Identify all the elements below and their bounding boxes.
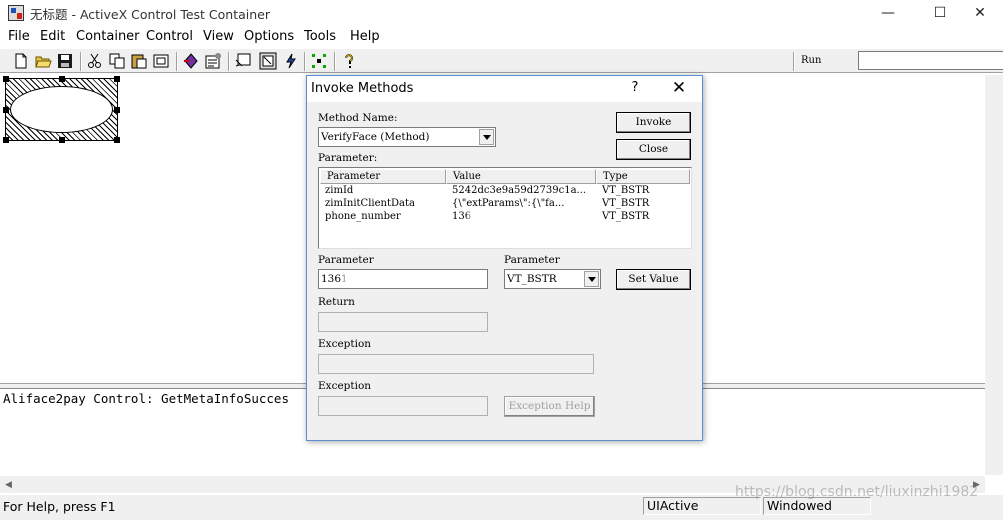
method-name-value: VerifyFace (Method) [321,131,430,143]
chevron-down-icon[interactable] [479,129,494,145]
return-field [318,312,488,332]
dialog-title: Invoke Methods [311,81,414,96]
chevron-down-icon[interactable] [584,271,599,287]
parameters-list[interactable]: Parameter Value Type zimId 5242dc3e9a59d… [318,167,692,249]
invoke-methods-dialog: Invoke Methods ? ✕ Method Name: VerifyFa… [306,75,703,441]
help-icon[interactable] [340,52,358,70]
parameter-type-label: Parameter [504,254,560,266]
window-title: 无标题 - ActiveX Control Test Container [30,7,270,22]
parameters-label: Parameter: [318,152,378,164]
vertical-scrollbar[interactable] [985,75,1003,475]
invoke-methods-icon[interactable] [204,52,222,70]
menu-bar: File Edit Container Control View Options… [0,27,1003,47]
status-help-text: For Help, press F1 [3,499,116,514]
resize-handle[interactable] [3,107,9,113]
param-type: VT_BSTR [602,185,650,196]
scroll-left-icon[interactable]: ◀ [0,476,17,493]
resize-handle[interactable] [59,76,65,82]
column-header-type[interactable]: Type [596,169,690,184]
parameter-value-label: Parameter [318,254,374,266]
exception-field [318,354,594,374]
properties-icon[interactable] [182,52,200,70]
column-header-parameter[interactable]: Parameter [320,169,446,184]
param-name: zimId [325,185,354,196]
select-icon[interactable] [234,52,252,70]
cut-icon[interactable] [86,52,104,70]
param-value: 5242dc3e9a59d2739c1a... [452,185,587,196]
param-name: phone_number [325,211,401,222]
menu-edit[interactable]: Edit [40,29,65,44]
copy-icon[interactable] [108,52,126,70]
close-window-button[interactable]: ✕ [957,0,1003,26]
resize-handle[interactable] [3,76,9,82]
control-ellipse [10,86,113,133]
exception2-label: Exception [318,380,372,392]
param-type: VT_BSTR [602,198,650,209]
parameter-value-input[interactable]: 1361 [318,269,488,289]
run-label: Run [801,55,822,66]
menu-control[interactable]: Control [146,29,193,44]
parameter-type-combo[interactable]: VT_BSTR [504,269,601,289]
redaction-blur [469,210,524,224]
dots-icon[interactable] [310,52,328,70]
new-icon[interactable] [12,52,30,70]
open-icon[interactable] [34,52,52,70]
dialog-help-button[interactable]: ? [625,80,645,98]
return-label: Return [318,296,355,308]
set-value-button[interactable]: Set Value [616,269,691,290]
menu-help[interactable]: Help [350,29,380,44]
menu-container[interactable]: Container [76,29,140,44]
window-titlebar: 无标题 - ActiveX Control Test Container — ☐… [0,0,1003,26]
watermark: https://blog.csdn.net/liuxinzhi1982 [735,484,979,500]
column-header-value[interactable]: Value [446,169,596,184]
parameter-type-value: VT_BSTR [507,273,557,285]
resize-handle[interactable] [3,137,9,143]
close-button[interactable]: Close [616,139,691,160]
dialog-titlebar: Invoke Methods ? ✕ [307,76,702,102]
menu-options[interactable]: Options [244,29,294,44]
menu-view[interactable]: View [203,29,234,44]
dialog-close-icon[interactable]: ✕ [667,78,691,100]
invoke-button[interactable]: Invoke [616,112,691,133]
menu-file[interactable]: File [8,29,30,44]
exception2-field [318,396,488,416]
activex-control[interactable] [3,76,120,143]
run-input[interactable] [858,51,1003,70]
insert-control-icon[interactable] [152,52,170,70]
param-name: zimInitClientData [325,198,415,209]
method-name-combo[interactable]: VerifyFace (Method) [318,127,496,147]
redaction-blur [343,271,401,287]
save-icon[interactable] [56,52,74,70]
resize-handle[interactable] [59,137,65,143]
event-log-icon[interactable] [259,52,277,70]
menu-tools[interactable]: Tools [304,29,336,44]
param-type: VT_BSTR [602,211,650,222]
lightning-icon[interactable] [282,52,300,70]
output-line: Aliface2pay Control: GetMetaInfoSucces [3,391,289,406]
resize-handle[interactable] [114,107,120,113]
resize-handle[interactable] [114,76,120,82]
minimize-button[interactable]: — [865,0,911,26]
resize-handle[interactable] [114,137,120,143]
param-value: {\"extParams\":{\"fa... [452,198,565,209]
paste-icon[interactable] [130,52,148,70]
exception-label: Exception [318,338,372,350]
app-icon [8,5,24,21]
exception-help-button[interactable]: Exception Help [504,396,595,417]
toolbar: Run [0,48,1003,73]
method-name-label: Method Name: [318,112,398,124]
